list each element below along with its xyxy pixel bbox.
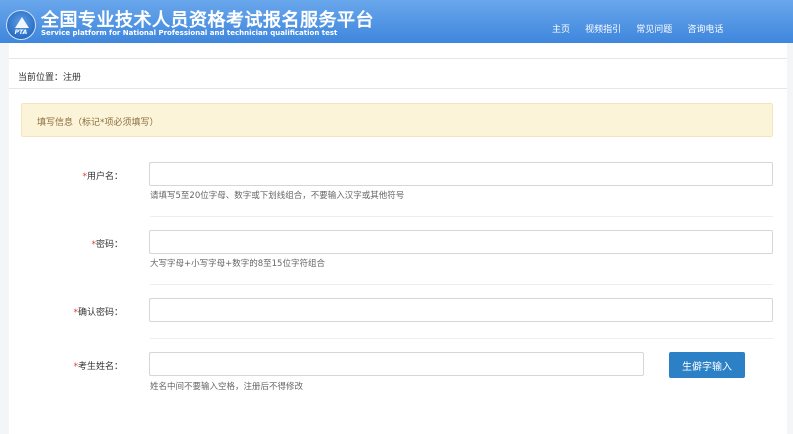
breadcrumb: 当前位置：注册 — [18, 73, 82, 83]
candidate-name-label-text: 考生姓名： — [77, 362, 123, 372]
top-nav: 主页 视频指引 常见问题 咨询电话 — [552, 17, 733, 36]
candidate-name-input[interactable] — [149, 352, 644, 376]
nav-home[interactable]: 主页 — [552, 25, 570, 35]
candidate-name-hint: 姓名中间不要输入空格，注册后不得修改 — [150, 382, 304, 392]
notice-text: 填写信息（标记*项必须填写） — [37, 118, 159, 128]
confirm-password-input[interactable] — [149, 298, 773, 322]
password-hint: 大写字母+小写字母+数字的8至15位字符组合 — [150, 259, 325, 269]
username-hint: 请填写5至20位字母、数字或下划线组合，不要输入汉字或其他符号 — [150, 191, 405, 201]
breadcrumb-bar: 当前位置：注册 — [9, 58, 787, 89]
password-input[interactable] — [149, 230, 773, 254]
required-fields-notice: 填写信息（标记*项必须填写） — [21, 103, 773, 137]
password-label-text: 密码： — [95, 240, 123, 250]
password-label: *密码： — [3, 237, 123, 250]
nav-video-guide[interactable]: 视频指引 — [585, 25, 621, 35]
nav-contact-phone[interactable]: 咨询电话 — [687, 25, 723, 35]
logo-text: PTA — [14, 29, 28, 36]
username-label-text: 用户名： — [86, 172, 123, 182]
site-header: PTA 全国专业技术人员资格考试报名服务平台 Service platform … — [0, 0, 793, 43]
page-margin-right — [787, 43, 793, 434]
confirm-password-label-text: 确认密码： — [77, 308, 123, 318]
pta-logo: PTA — [6, 10, 36, 40]
username-label: *用户名： — [3, 169, 123, 182]
row-divider — [150, 284, 773, 285]
row-divider — [150, 216, 773, 217]
row-divider — [150, 338, 773, 339]
confirm-password-label: *确认密码： — [3, 305, 123, 318]
candidate-name-label: *考生姓名： — [3, 359, 123, 372]
rare-character-input-button[interactable]: 生僻字输入 — [669, 352, 745, 378]
logo-triangle-icon — [15, 17, 29, 28]
username-input[interactable] — [149, 162, 773, 186]
site-subtitle: Service platform for National Profession… — [41, 29, 338, 37]
nav-faq[interactable]: 常见问题 — [636, 25, 672, 35]
